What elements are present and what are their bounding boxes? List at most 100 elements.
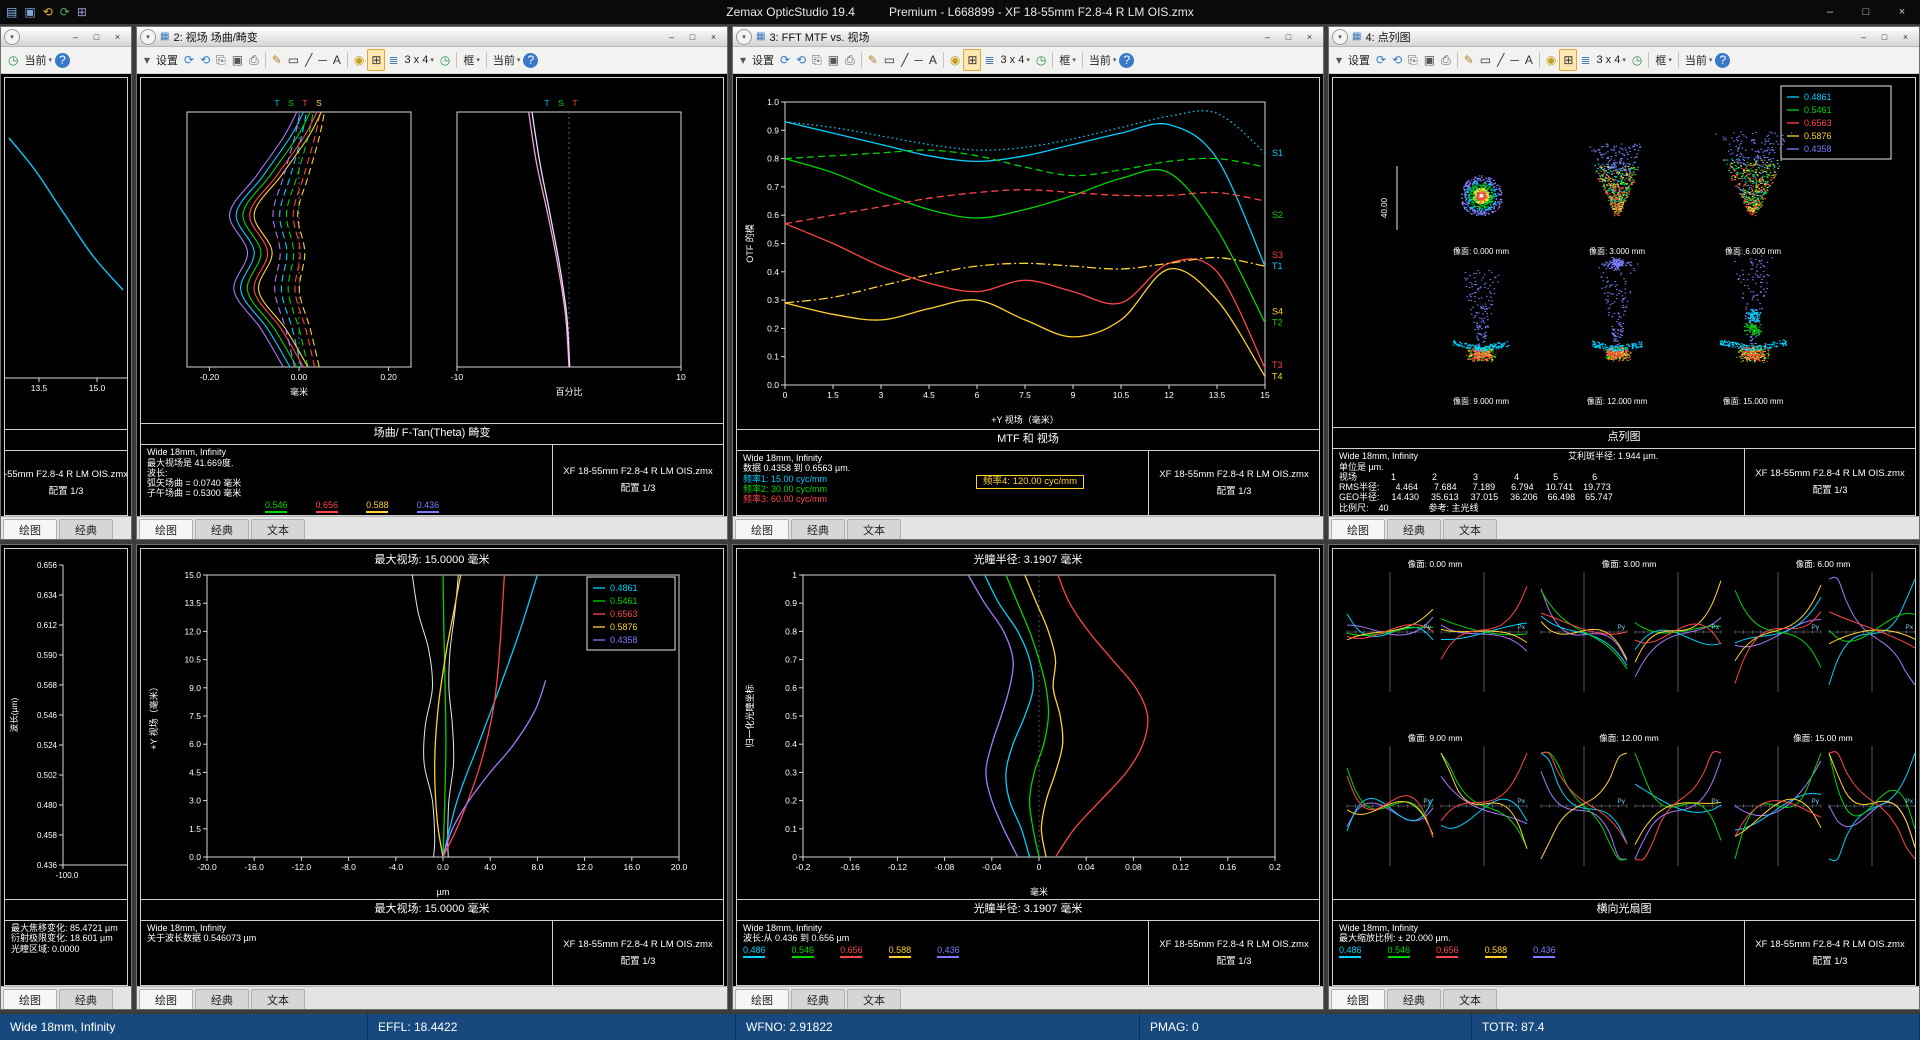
- minimize-button[interactable]: –: [1257, 29, 1278, 44]
- view-tab-1[interactable]: 经典: [195, 989, 249, 1009]
- save-icon[interactable]: ▣: [229, 50, 246, 70]
- window-titlebar[interactable]: ▾ ▦ 3: FFT MTF vs. 视场 – □ ×: [733, 27, 1323, 47]
- auto-update-clock-icon[interactable]: ◷: [5, 50, 21, 70]
- minimize-button[interactable]: –: [65, 29, 86, 44]
- app-minimize-button[interactable]: –: [1812, 0, 1848, 24]
- refresh-icon[interactable]: ⟳: [1373, 50, 1389, 70]
- quick-setup-icon[interactable]: ⊞: [77, 6, 87, 18]
- app-maximize-button[interactable]: □: [1848, 0, 1884, 24]
- view-tab-0[interactable]: 绘图: [3, 989, 57, 1009]
- window-titlebar[interactable]: ▾ – □ ×: [1, 27, 131, 47]
- maximize-button[interactable]: □: [86, 29, 107, 44]
- frame-select[interactable]: 框 ▾: [1056, 50, 1079, 70]
- refresh-icon[interactable]: ⟳: [181, 50, 197, 70]
- view-tab-1[interactable]: 经典: [59, 519, 113, 539]
- view-tab-2[interactable]: 文本: [251, 519, 305, 539]
- config-current-select[interactable]: 当前 ▾: [1682, 50, 1716, 70]
- print-icon[interactable]: ⎙: [842, 50, 858, 70]
- chromatic-focal-shift-plot-partial[interactable]: 0.656 0.634 0.612 0.590 0.568 0.546 0.524 0.502…: [4, 548, 128, 900]
- window-titlebar[interactable]: ▾ ▦ 2: 视场 场曲/畸变 – □ ×: [137, 27, 727, 47]
- layers-icon[interactable]: ≣: [385, 50, 401, 70]
- config-current-select[interactable]: 当前 ▾: [21, 50, 55, 70]
- grid-size-select[interactable]: 3 x 4 ▾: [1594, 50, 1629, 70]
- undo-icon[interactable]: ⟲: [43, 6, 53, 18]
- close-button[interactable]: ×: [703, 29, 724, 44]
- config-current-select[interactable]: 当前 ▾: [490, 50, 524, 70]
- view-tab-1[interactable]: 经典: [1387, 989, 1441, 1009]
- auto-update-clock-icon[interactable]: ◷: [1033, 50, 1049, 70]
- grid-size-select[interactable]: 3 x 4 ▾: [402, 50, 437, 70]
- save-icon[interactable]: ▣: [825, 50, 842, 70]
- line-annotation-icon[interactable]: ╱: [898, 50, 911, 70]
- close-button[interactable]: ×: [1299, 29, 1320, 44]
- text-annotation-icon[interactable]: A: [1522, 50, 1536, 70]
- view-tab-1[interactable]: 经典: [791, 519, 845, 539]
- view-tab-2[interactable]: 文本: [847, 989, 901, 1009]
- settings-button[interactable]: 设置: [1345, 50, 1373, 70]
- relative-illumination-plot-partial[interactable]: 13.5 15.0: [4, 77, 128, 430]
- longitudinal-aberration-plot[interactable]: 光瞳半径: 3.1907 毫米 -0.2 -0.16 -0.12 -0.08 -0.04 0…: [736, 548, 1320, 900]
- app-close-button[interactable]: ×: [1884, 0, 1920, 24]
- print-icon[interactable]: ⎙: [1438, 50, 1454, 70]
- refresh-all-icon[interactable]: ⟲: [1389, 50, 1405, 70]
- help-icon[interactable]: ?: [1119, 52, 1135, 68]
- refresh-icon[interactable]: ⟳: [777, 50, 793, 70]
- spot-diagram-plot[interactable]: 0.4861 0.5461 0.6563 0.5876 0.4358 40.00 像面: 0…: [1332, 77, 1916, 429]
- grid-size-select[interactable]: 3 x 4 ▾: [998, 50, 1033, 70]
- text-annotation-icon[interactable]: A: [330, 50, 344, 70]
- view-tab-2[interactable]: 文本: [1443, 519, 1497, 539]
- close-button[interactable]: ×: [1895, 29, 1916, 44]
- view-tab-1[interactable]: 经典: [1387, 519, 1441, 539]
- view-tab-0[interactable]: 绘图: [139, 989, 193, 1009]
- rect-annotation-icon[interactable]: ▭: [1477, 50, 1494, 70]
- view-tab-2[interactable]: 文本: [251, 989, 305, 1009]
- window-titlebar[interactable]: ▾ ▦ 4: 点列图 – □ ×: [1329, 27, 1919, 47]
- settings-button[interactable]: 设置: [749, 50, 777, 70]
- minimize-button[interactable]: –: [661, 29, 682, 44]
- dash-annotation-icon[interactable]: ─: [315, 50, 330, 70]
- layers-icon[interactable]: ≣: [1577, 50, 1593, 70]
- copy-icon[interactable]: ⎘: [809, 50, 825, 70]
- new-file-icon[interactable]: ▤: [6, 6, 17, 18]
- collapse-icon[interactable]: ▾: [737, 50, 749, 70]
- help-icon[interactable]: ?: [55, 52, 70, 68]
- maximize-button[interactable]: □: [1874, 29, 1895, 44]
- minimize-button[interactable]: –: [1853, 29, 1874, 44]
- view-tab-0[interactable]: 绘图: [735, 989, 789, 1009]
- view-tab-1[interactable]: 经典: [791, 989, 845, 1009]
- collapse-chevron-icon[interactable]: ▾: [140, 28, 156, 45]
- collapse-icon[interactable]: ▾: [1333, 50, 1345, 70]
- save-icon[interactable]: ▣: [24, 6, 35, 18]
- text-annotation-icon[interactable]: A: [926, 50, 940, 70]
- field-curvature-distortion-plot[interactable]: -0.20 0.00 0.20 -10 10 T S T S 毫米 T S T 百分比: [140, 77, 724, 425]
- highlight-icon[interactable]: ◉: [947, 50, 963, 70]
- mtf-vs-field-plot[interactable]: 0 1.5 3 4.5 6 7.5 9 10.5 12 13.5 15 0.0 0.1 0.2 0.3 0.4…: [736, 77, 1320, 430]
- view-tab-0[interactable]: 绘图: [3, 519, 57, 539]
- pencil-icon[interactable]: ✎: [865, 50, 881, 70]
- pencil-icon[interactable]: ✎: [269, 50, 285, 70]
- view-tab-0[interactable]: 绘图: [1331, 989, 1385, 1009]
- refresh-all-icon[interactable]: ⟲: [197, 50, 213, 70]
- grid-layout-icon[interactable]: ⊞: [367, 49, 386, 71]
- rect-annotation-icon[interactable]: ▭: [881, 50, 898, 70]
- lateral-color-plot[interactable]: 最大视场: 15.0000 毫米 -20.0 -16.0 -12.0 -8.0 -4.0 0…: [140, 548, 724, 900]
- pencil-icon[interactable]: ✎: [1461, 50, 1477, 70]
- dash-annotation-icon[interactable]: ─: [911, 50, 926, 70]
- maximize-button[interactable]: □: [682, 29, 703, 44]
- maximize-button[interactable]: □: [1278, 29, 1299, 44]
- grid-layout-icon[interactable]: ⊞: [963, 49, 982, 71]
- line-annotation-icon[interactable]: ╱: [1494, 50, 1507, 70]
- refresh-all-icon[interactable]: ⟲: [793, 50, 809, 70]
- frame-select[interactable]: 框 ▾: [1652, 50, 1675, 70]
- save-icon[interactable]: ▣: [1421, 50, 1438, 70]
- close-button[interactable]: ×: [107, 29, 128, 44]
- view-tab-1[interactable]: 经典: [195, 519, 249, 539]
- help-icon[interactable]: ?: [523, 52, 539, 68]
- redo-icon[interactable]: ⟳: [60, 6, 70, 18]
- layers-icon[interactable]: ≣: [981, 50, 997, 70]
- collapse-chevron-icon[interactable]: ▾: [4, 28, 20, 45]
- dash-annotation-icon[interactable]: ─: [1507, 50, 1522, 70]
- auto-update-clock-icon[interactable]: ◷: [1629, 50, 1645, 70]
- collapse-chevron-icon[interactable]: ▾: [736, 28, 752, 45]
- copy-icon[interactable]: ⎘: [1405, 50, 1421, 70]
